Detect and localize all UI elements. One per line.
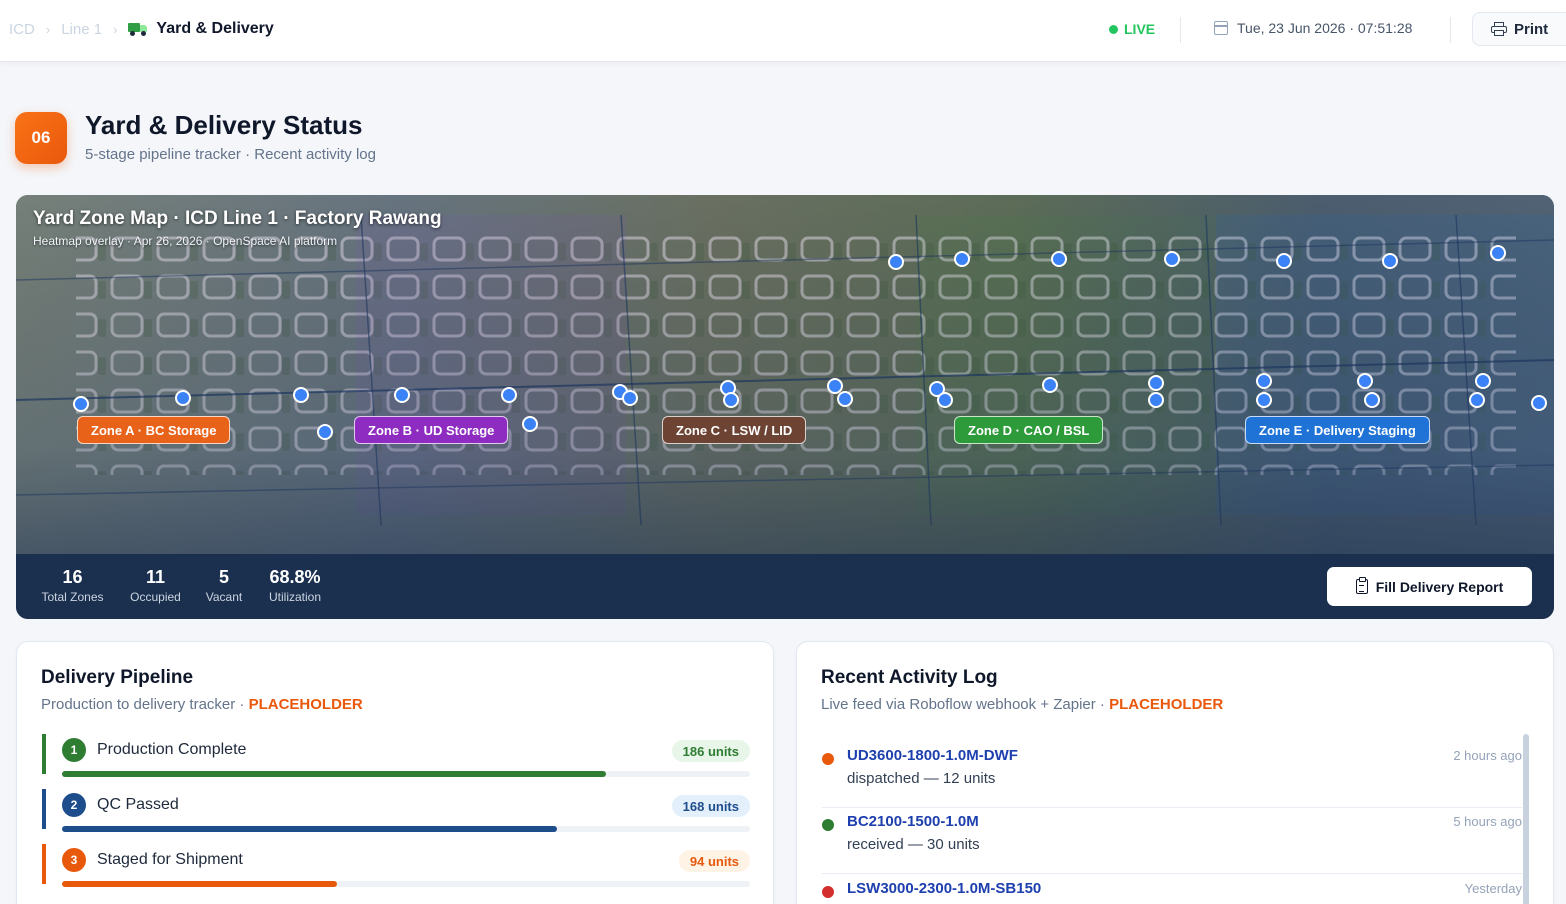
printer-icon [1491,22,1507,36]
activity-item[interactable]: UD3600-1800-1.0M-DWF dispatched — 12 uni… [822,742,1522,808]
stage-number: 2 [62,793,86,817]
stat-total-zones: 16 Total Zones [36,567,109,604]
fill-delivery-report-button[interactable]: Fill Delivery Report [1327,567,1532,606]
stat-occupied: 11 Occupied [125,567,186,604]
placeholder-tag: PLACEHOLDER [1109,696,1224,713]
activity-subtitle: Live feed via Roboflow webhook + Zapier … [821,696,1223,713]
recent-activity-card: Recent Activity Log Live feed via Robofl… [796,641,1554,904]
stage-number: 3 [62,848,86,872]
pipeline-title: Delivery Pipeline [41,667,194,688]
stage-progress-fill [62,881,338,887]
activity-item-desc: received — 30 units [847,836,980,853]
map-title: Yard Zone Map · ICD Line 1 · Factory Raw… [33,208,442,229]
map-stats-bar: 16 Total Zones 11 Occupied 5 Vacant 68.8… [16,554,1554,619]
status-dot-icon [822,753,834,765]
clipboard-icon [1355,577,1368,594]
breadcrumb-line1[interactable]: Line 1 [61,21,102,38]
breadcrumb: ICD › Line 1 › Yard & Delivery [9,20,274,38]
stat-value: 5 [218,567,229,587]
pipeline-subtitle-text: Production to delivery tracker · [41,696,249,713]
stat-label: Utilization [268,590,322,604]
zone-c-label[interactable]: Zone C · LSW / LID [662,416,807,444]
live-indicator: LIVE [1109,21,1155,37]
stage-progress-fill [62,826,558,832]
stat-value: 68.8% [269,567,321,587]
zone-e-label[interactable]: Zone E · Delivery Staging [1245,416,1430,444]
truck-icon [128,22,148,36]
stage-accent [42,789,46,829]
activity-item-time: 2 hours ago [1453,748,1522,763]
stage-units-badge: 94 units [678,850,750,872]
stage-progress-fill [62,771,606,777]
activity-item-code[interactable]: LSW3000-2300-1.0M-SB150 [847,880,1041,897]
activity-subtitle-text: Live feed via Roboflow webhook + Zapier … [821,696,1110,713]
stat-vacant: 5 Vacant [202,567,246,604]
print-button[interactable]: Print [1472,12,1566,46]
activity-title: Recent Activity Log [821,667,998,688]
stat-value: 16 [62,567,83,587]
breadcrumb-current: Yard & Delivery [156,20,274,37]
stage-name: Production Complete [97,741,247,758]
stage-accent [42,844,46,884]
calendar-icon [1214,21,1228,35]
status-dot-icon [822,886,834,898]
stage-accent [42,734,46,774]
stat-utilization: 68.8% Utilization [262,567,328,604]
activity-item-desc: dispatched — 12 units [847,770,996,787]
map-subtitle: Heatmap overlay · Apr 26, 2026 · OpenSpa… [33,234,338,248]
yard-zone-map[interactable]: Yard Zone Map · ICD Line 1 · Factory Raw… [16,195,1554,619]
activity-item-time: 5 hours ago [1453,814,1522,829]
zone-a-label[interactable]: Zone A · BC Storage [77,416,231,444]
stage-progress-track [62,881,750,887]
pipeline-stage: 1 Production Complete 186 units [42,734,750,777]
stage-progress-track [62,771,750,777]
stage-name: Staged for Shipment [97,851,243,868]
stage-progress-track [62,826,750,832]
pipeline-subtitle: Production to delivery tracker · PLACEHO… [41,696,363,713]
activity-item-code[interactable]: BC2100-1500-1.0M [847,813,979,830]
datetime-text: Tue, 23 Jun 2026 · 07:51:28 [1237,20,1413,36]
activity-item[interactable]: LSW3000-2300-1.0M-SB150 Yesterday [822,875,1522,904]
stage-units-badge: 168 units [671,795,750,817]
divider [1450,17,1451,43]
zone-b-label[interactable]: Zone B · UD Storage [354,416,509,444]
activity-scrollbar[interactable] [1523,734,1529,904]
aerial-map-image [16,195,1554,555]
page-subtitle: 5-stage pipeline tracker · Recent activi… [85,146,376,163]
placeholder-tag: PLACEHOLDER [248,696,363,713]
breadcrumb-icd[interactable]: ICD [9,21,35,38]
page-title: Yard & Delivery Status [85,110,363,140]
chevron-right-icon: › [45,21,51,37]
divider [1180,17,1181,43]
stage-number: 1 [62,738,86,762]
fill-delivery-report-label: Fill Delivery Report [1375,578,1504,595]
top-bar: ICD › Line 1 › Yard & Delivery LIVE Tue,… [0,0,1566,62]
stage-name: QC Passed [97,796,179,813]
activity-item-time: Yesterday [1464,881,1522,896]
pipeline-stage: 3 Staged for Shipment 94 units [42,844,750,887]
print-label: Print [1514,20,1549,38]
stat-label: Vacant [205,590,243,604]
activity-item[interactable]: BC2100-1500-1.0M received — 30 units 5 h… [822,808,1522,874]
stat-value: 11 [145,567,166,587]
zone-d-label[interactable]: Zone D · CAO / BSL [954,416,1104,444]
pipeline-stage: 2 QC Passed 168 units [42,789,750,832]
status-dot-icon [822,819,834,831]
section-number-badge: 06 [15,112,67,164]
stat-label: Total Zones [41,590,104,604]
delivery-pipeline-card: Delivery Pipeline Production to delivery… [16,641,774,904]
live-dot-icon [1109,24,1118,34]
datetime-display: Tue, 23 Jun 2026 · 07:51:28 [1214,20,1412,36]
chevron-right-icon: › [113,21,118,37]
stage-units-badge: 186 units [671,740,750,762]
stat-label: Occupied [130,590,181,604]
activity-item-code[interactable]: UD3600-1800-1.0M-DWF [847,747,1018,764]
live-label: LIVE [1124,21,1156,37]
